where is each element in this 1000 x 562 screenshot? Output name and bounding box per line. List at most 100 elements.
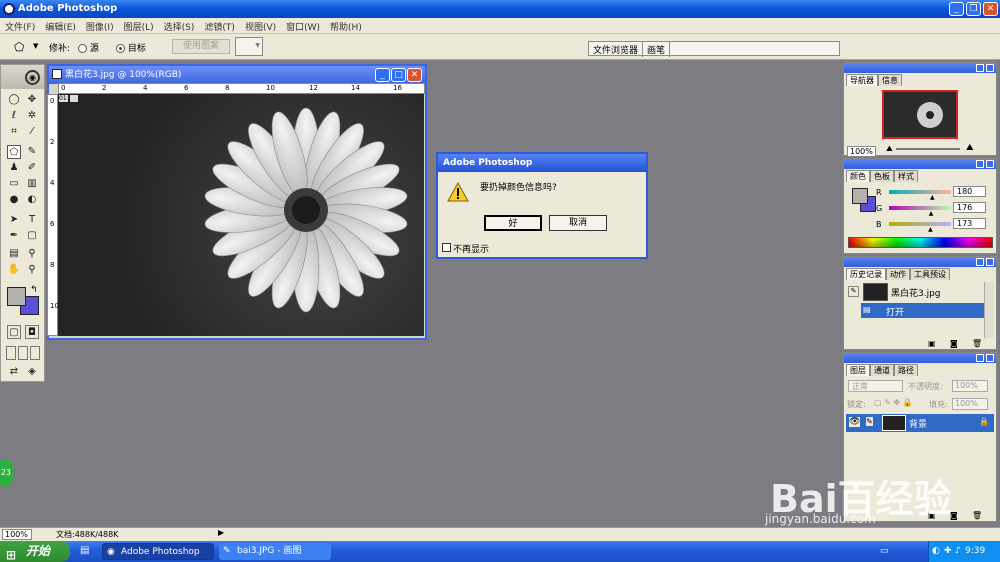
- navigator-zoom-field[interactable]: 100%: [847, 146, 876, 157]
- quick-mask-mode-icon[interactable]: ◘: [25, 325, 39, 339]
- delete-layer-icon[interactable]: 🗑: [972, 511, 982, 520]
- document-minimize-button[interactable]: _: [375, 68, 390, 82]
- new-document-icon[interactable]: ▣: [928, 339, 936, 348]
- tab-styles[interactable]: 样式: [894, 170, 918, 182]
- b-value-field[interactable]: 173: [953, 218, 986, 229]
- blend-mode-select[interactable]: 正常: [848, 380, 903, 392]
- tab-brushes[interactable]: 画笔: [643, 42, 671, 57]
- dodge-tool-icon[interactable]: ◐: [25, 193, 39, 207]
- patch-tool-selected-icon[interactable]: ⬠: [7, 145, 21, 159]
- zoom-out-icon[interactable]: ⛰: [886, 144, 893, 154]
- menu-image[interactable]: 图像(I): [81, 18, 119, 35]
- lasso-tool-icon[interactable]: ℓ: [7, 109, 21, 123]
- r-value-field[interactable]: 180: [953, 186, 986, 197]
- r-slider[interactable]: [889, 190, 951, 194]
- status-zoom-field[interactable]: 100%: [2, 529, 32, 540]
- taskbar-photoshop[interactable]: ◉ Adobe Photoshop: [102, 543, 214, 560]
- navigator-thumbnail[interactable]: [882, 90, 958, 139]
- tab-tool-presets[interactable]: 工具预设: [910, 268, 950, 280]
- tab-history[interactable]: 历史记录: [846, 268, 886, 280]
- minimize-button[interactable]: _: [949, 2, 964, 16]
- history-panel-header[interactable]: [844, 257, 996, 267]
- menu-edit[interactable]: 编辑(E): [40, 18, 81, 35]
- opacity-field[interactable]: 100%: [952, 380, 988, 392]
- brush-tool-icon[interactable]: ✎: [25, 145, 39, 159]
- zoom-tool-icon[interactable]: ⚲: [25, 263, 39, 277]
- cancel-button[interactable]: 取消: [549, 215, 607, 231]
- foreground-color-swatch[interactable]: [7, 287, 26, 306]
- tool-preset-chevron-icon[interactable]: ▼: [33, 42, 38, 50]
- document-maximize-button[interactable]: □: [391, 68, 406, 82]
- g-value-field[interactable]: 176: [953, 202, 986, 213]
- blur-tool-icon[interactable]: ●: [7, 193, 21, 207]
- patch-tool-icon[interactable]: ⬠: [14, 40, 24, 54]
- tab-channels[interactable]: 通道: [870, 364, 894, 376]
- tray-volume-icon[interactable]: ♪: [955, 541, 961, 562]
- new-snapshot-icon[interactable]: ◙: [950, 339, 958, 348]
- tab-swatches[interactable]: 色板: [870, 170, 894, 182]
- menu-select[interactable]: 选择(S): [159, 18, 200, 35]
- photoshop-eye-icon[interactable]: ◉: [25, 70, 40, 85]
- pen-tool-icon[interactable]: ✒: [7, 229, 21, 243]
- eraser-tool-icon[interactable]: ▭: [7, 177, 21, 191]
- type-tool-icon[interactable]: T: [25, 213, 39, 227]
- r-slider-thumb-icon[interactable]: ▲: [930, 194, 935, 201]
- color-panel-header[interactable]: [844, 159, 996, 169]
- full-screen-menu-icon[interactable]: [18, 346, 28, 360]
- dialog-title-bar[interactable]: Adobe Photoshop: [438, 154, 646, 172]
- document-close-button[interactable]: ✕: [407, 68, 422, 82]
- marquee-tool-icon[interactable]: ◯: [7, 93, 21, 107]
- status-menu-arrow-icon[interactable]: ▶: [218, 528, 224, 537]
- dont-show-again-checkbox[interactable]: [442, 243, 451, 252]
- keyboard-icon[interactable]: ▭: [880, 546, 889, 556]
- tab-info[interactable]: 信息: [878, 74, 902, 86]
- tab-layers[interactable]: 图层: [846, 364, 870, 376]
- color-ramp[interactable]: [848, 237, 993, 248]
- history-brush-tool-icon[interactable]: ✐: [25, 161, 39, 175]
- menu-layer[interactable]: 图层(L): [119, 18, 159, 35]
- history-snapshot-row[interactable]: ✎ 黑白花3.jpg: [846, 282, 986, 302]
- layer-brush-icon[interactable]: ✎: [866, 417, 873, 426]
- path-selection-tool-icon[interactable]: ➤: [7, 213, 21, 227]
- history-scrollbar[interactable]: [984, 282, 994, 338]
- clone-stamp-tool-icon[interactable]: ♟: [7, 161, 21, 175]
- color-fg-swatch[interactable]: [852, 188, 868, 204]
- close-button[interactable]: ✕: [983, 2, 998, 16]
- side-badge[interactable]: 23: [0, 459, 14, 487]
- crop-tool-icon[interactable]: ⌗: [7, 125, 21, 139]
- tray-network-icon[interactable]: ◐: [932, 541, 940, 562]
- canvas-image[interactable]: 01: [58, 94, 424, 336]
- source-radio[interactable]: 源: [78, 41, 99, 54]
- layer-row-background[interactable]: 👁 ✎ 背景 🔒: [846, 414, 994, 432]
- tab-paths[interactable]: 路径: [894, 364, 918, 376]
- menu-window[interactable]: 窗口(W): [281, 18, 325, 35]
- b-slider-thumb-icon[interactable]: ▲: [928, 226, 933, 233]
- fill-field[interactable]: 100%: [952, 398, 988, 410]
- g-slider-thumb-icon[interactable]: ▲: [929, 210, 934, 217]
- notes-tool-icon[interactable]: ▤: [7, 247, 21, 261]
- lock-icons[interactable]: ▢ ✎ ✥ 🔒: [874, 398, 913, 407]
- zoom-in-icon[interactable]: ⛰: [966, 143, 974, 153]
- full-screen-icon[interactable]: [30, 346, 40, 360]
- taskbar-paint[interactable]: ✎ bai3.JPG - 画图: [219, 543, 331, 560]
- swap-colors-icon[interactable]: ↰: [30, 285, 38, 295]
- slice-tool-icon[interactable]: ⁄: [25, 125, 39, 139]
- start-button[interactable]: ⊞ 开始: [0, 541, 70, 562]
- menu-filter[interactable]: 滤镜(T): [199, 18, 240, 35]
- menu-file[interactable]: 文件(F): [0, 18, 40, 35]
- tab-color[interactable]: 颜色: [846, 170, 870, 182]
- document-title-bar[interactable]: 黑白花3.jpg @ 100%(RGB): [49, 66, 425, 84]
- tab-file-browser[interactable]: 文件浏览器: [589, 42, 644, 57]
- hand-tool-icon[interactable]: ✋: [7, 263, 21, 277]
- destination-radio[interactable]: 目标: [116, 41, 146, 54]
- delete-state-icon[interactable]: 🗑: [972, 339, 982, 348]
- maximize-button[interactable]: ❐: [966, 2, 981, 16]
- jump-to-imageready-icon[interactable]: ⇄: [7, 365, 21, 379]
- history-step-open[interactable]: ▤ 打开: [861, 303, 986, 318]
- magic-wand-tool-icon[interactable]: ✲: [25, 109, 39, 123]
- eyedropper-tool-icon[interactable]: ⚲: [25, 247, 39, 261]
- g-slider[interactable]: [889, 206, 951, 210]
- standard-mode-icon[interactable]: ▢: [7, 325, 21, 339]
- tray-security-icon[interactable]: ✚: [944, 541, 952, 562]
- gradient-tool-icon[interactable]: ▥: [25, 177, 39, 191]
